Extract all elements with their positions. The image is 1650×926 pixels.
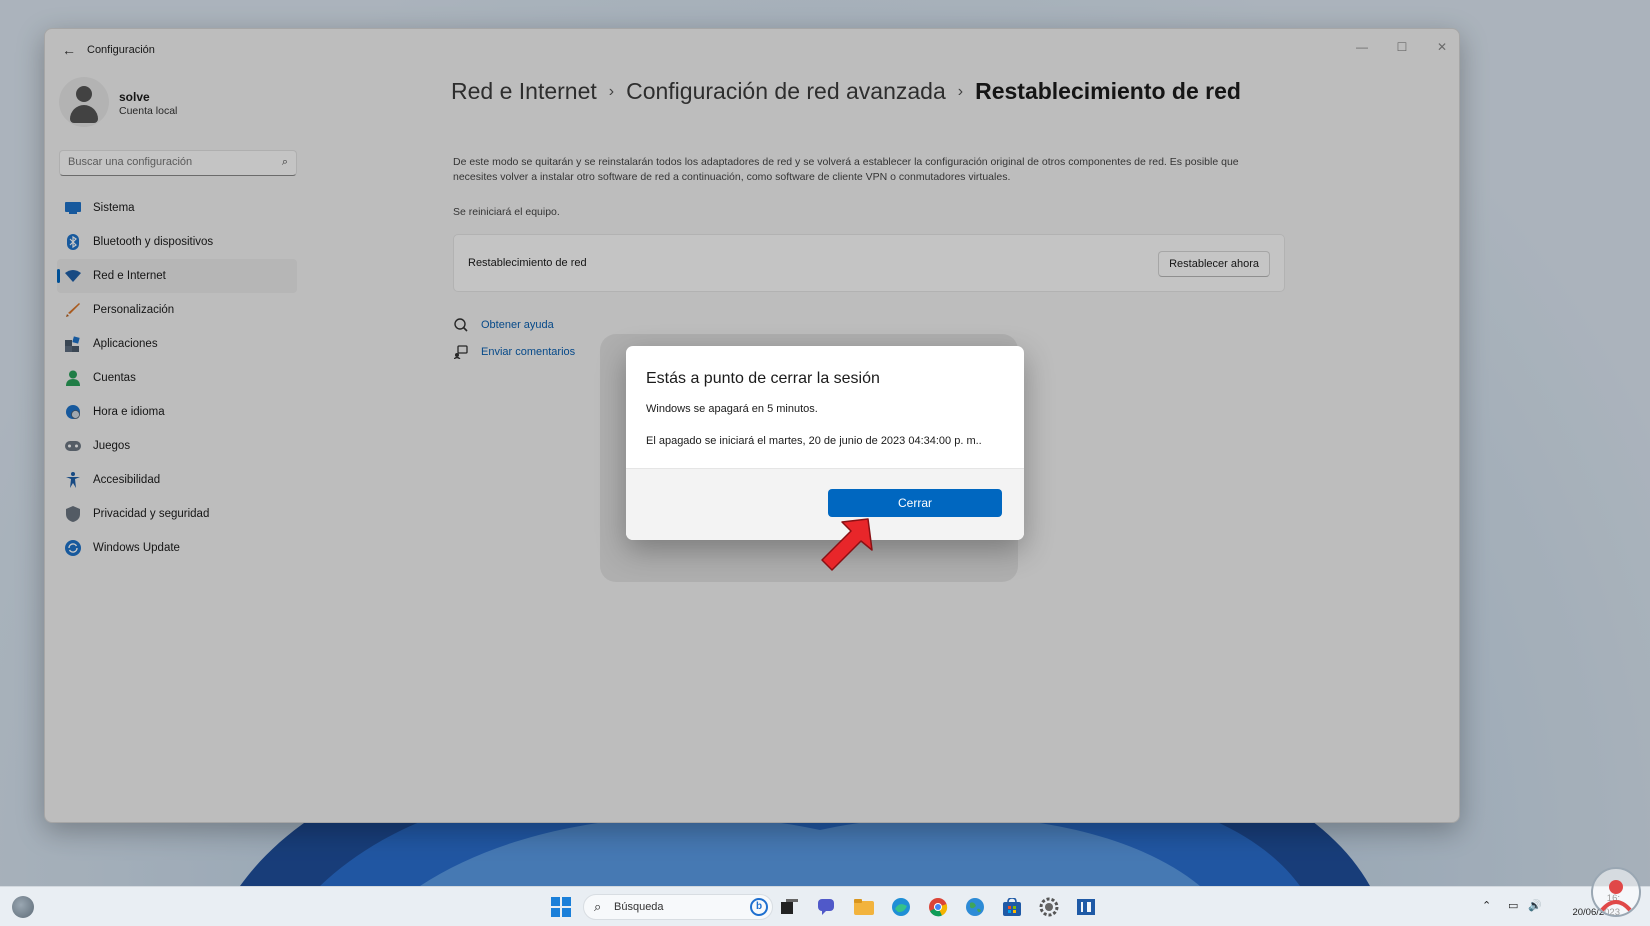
network-monitor-icon[interactable]: ▭ xyxy=(1508,899,1518,912)
edge-icon[interactable] xyxy=(888,894,914,920)
windows-start-icon[interactable] xyxy=(548,894,574,920)
close-dialog-button[interactable]: Cerrar xyxy=(828,489,1002,517)
dialog-shutdown-time: El apagado se iniciará el martes, 20 de … xyxy=(646,435,982,447)
file-explorer-icon[interactable] xyxy=(851,894,877,920)
taskbar-search-box[interactable]: ⌕ Búsqueda b xyxy=(583,894,773,920)
show-hidden-icons-icon[interactable]: ⌃ xyxy=(1482,899,1491,912)
sign-out-dialog: Estás a punto de cerrar la sesión Window… xyxy=(626,346,1024,540)
task-view-icon[interactable] xyxy=(777,894,803,920)
bing-icon[interactable]: b xyxy=(750,898,768,916)
globe-app-icon[interactable] xyxy=(962,894,988,920)
watermark-logo-icon xyxy=(1591,867,1641,917)
widgets-icon[interactable] xyxy=(12,896,34,918)
search-icon: ⌕ xyxy=(594,899,602,914)
chrome-icon[interactable] xyxy=(925,894,951,920)
taskbar: ⌕ Búsqueda b ⌃ ▭ 🔊 16: 20/06/2023 xyxy=(0,886,1650,926)
app-icon[interactable] xyxy=(1073,894,1099,920)
dialog-title: Estás a punto de cerrar la sesión xyxy=(646,370,880,387)
taskbar-search-placeholder: Búsqueda xyxy=(614,901,664,913)
speaker-icon[interactable]: 🔊 xyxy=(1528,899,1542,912)
settings-icon[interactable] xyxy=(1036,894,1062,920)
red-pointer-arrow-icon xyxy=(821,518,873,571)
dialog-shutdown-message: Windows se apagará en 5 minutos. xyxy=(646,403,818,415)
chat-icon[interactable] xyxy=(814,894,840,920)
store-icon[interactable] xyxy=(999,894,1025,920)
